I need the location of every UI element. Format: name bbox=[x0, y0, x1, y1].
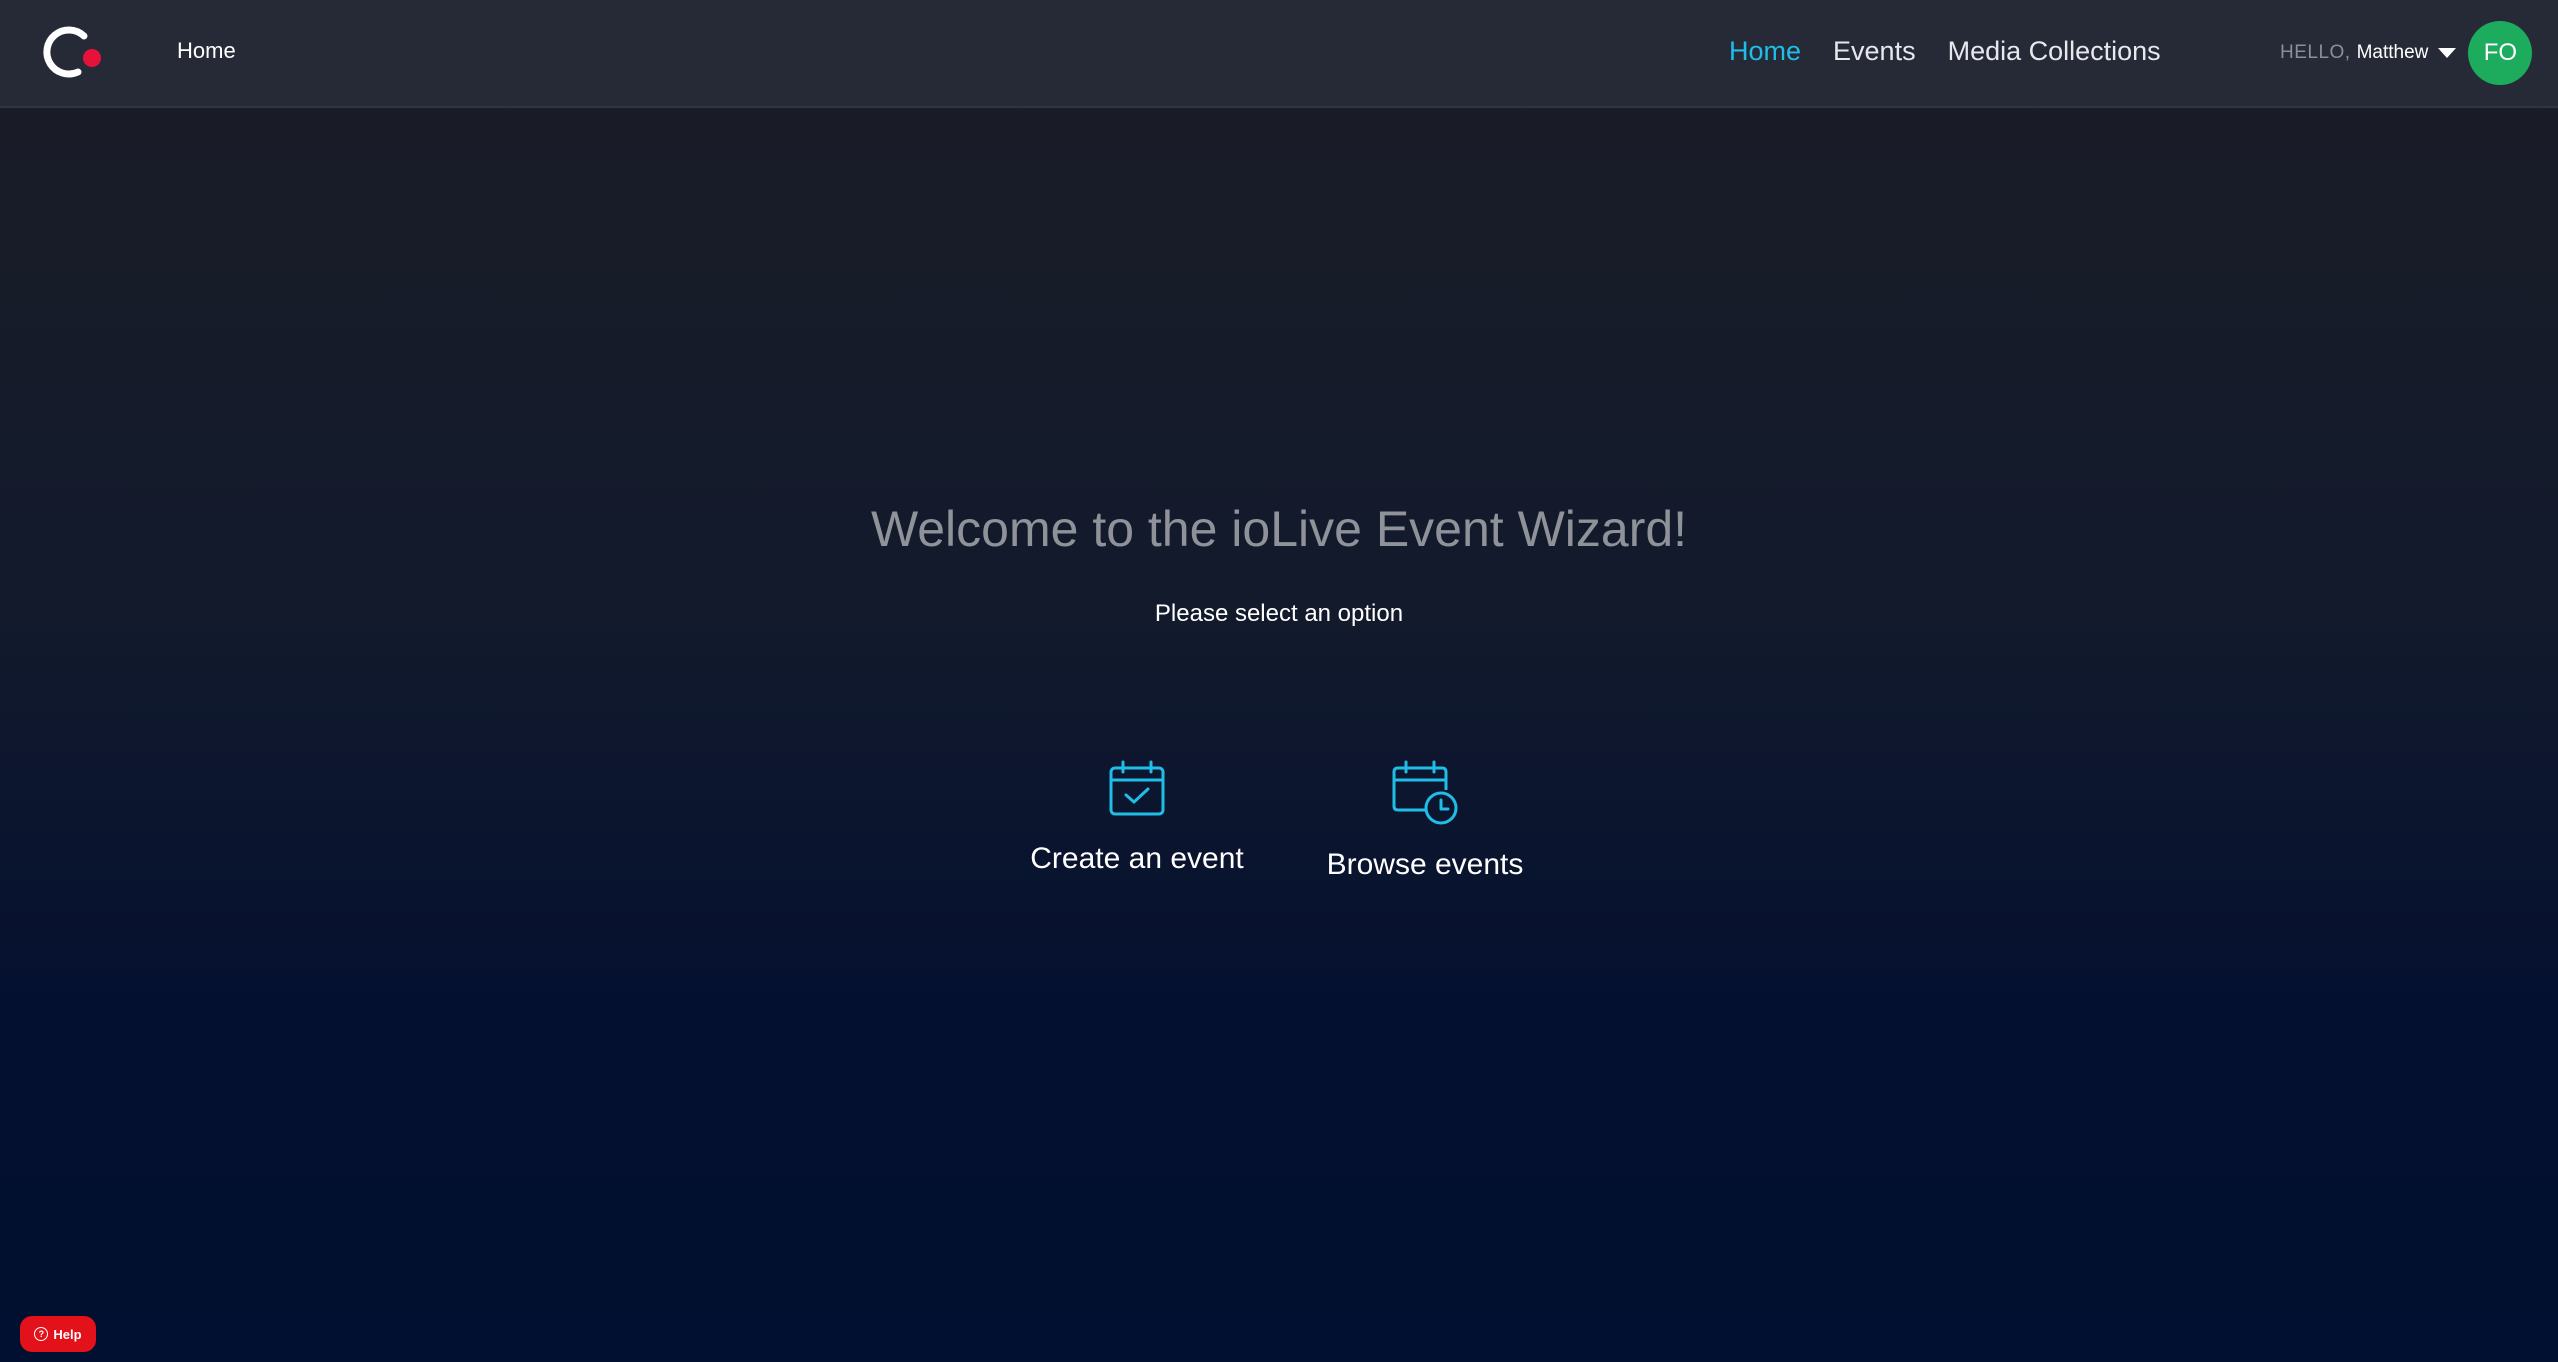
calendar-check-icon bbox=[1109, 760, 1165, 816]
calendar-clock-icon bbox=[1392, 760, 1458, 825]
iolive-logo[interactable] bbox=[38, 22, 104, 86]
user-greeting: HELLO, bbox=[2280, 42, 2351, 63]
avatar[interactable]: FO bbox=[2468, 21, 2533, 85]
help-label: Help bbox=[53, 1326, 82, 1342]
nav-events[interactable]: Events bbox=[1833, 36, 1916, 67]
browse-events-label: Browse events bbox=[1326, 848, 1524, 881]
create-event-option[interactable]: Create an event bbox=[1020, 760, 1254, 876]
page-subtitle: Please select an option bbox=[1154, 600, 1404, 627]
chevron-down-icon[interactable] bbox=[2438, 48, 2457, 58]
user-menu[interactable]: HELLO, Matthew FO bbox=[2280, 20, 2533, 86]
main-nav: Home Events Media Collections bbox=[1729, 36, 2161, 67]
nav-media-collections[interactable]: Media Collections bbox=[1948, 36, 2161, 67]
question-icon: ? bbox=[34, 1327, 49, 1341]
page-title: Welcome to the ioLive Event Wizard! bbox=[870, 501, 1688, 557]
browse-events-option[interactable]: Browse events bbox=[1320, 760, 1530, 882]
breadcrumb-home[interactable]: Home bbox=[177, 38, 236, 64]
help-button[interactable]: ? Help bbox=[20, 1316, 96, 1352]
user-name[interactable]: Matthew bbox=[2357, 42, 2429, 64]
top-navbar: Home Home Events Media Collections HELLO… bbox=[0, 0, 2558, 108]
create-event-label: Create an event bbox=[1030, 842, 1244, 875]
nav-home[interactable]: Home bbox=[1729, 36, 1801, 67]
